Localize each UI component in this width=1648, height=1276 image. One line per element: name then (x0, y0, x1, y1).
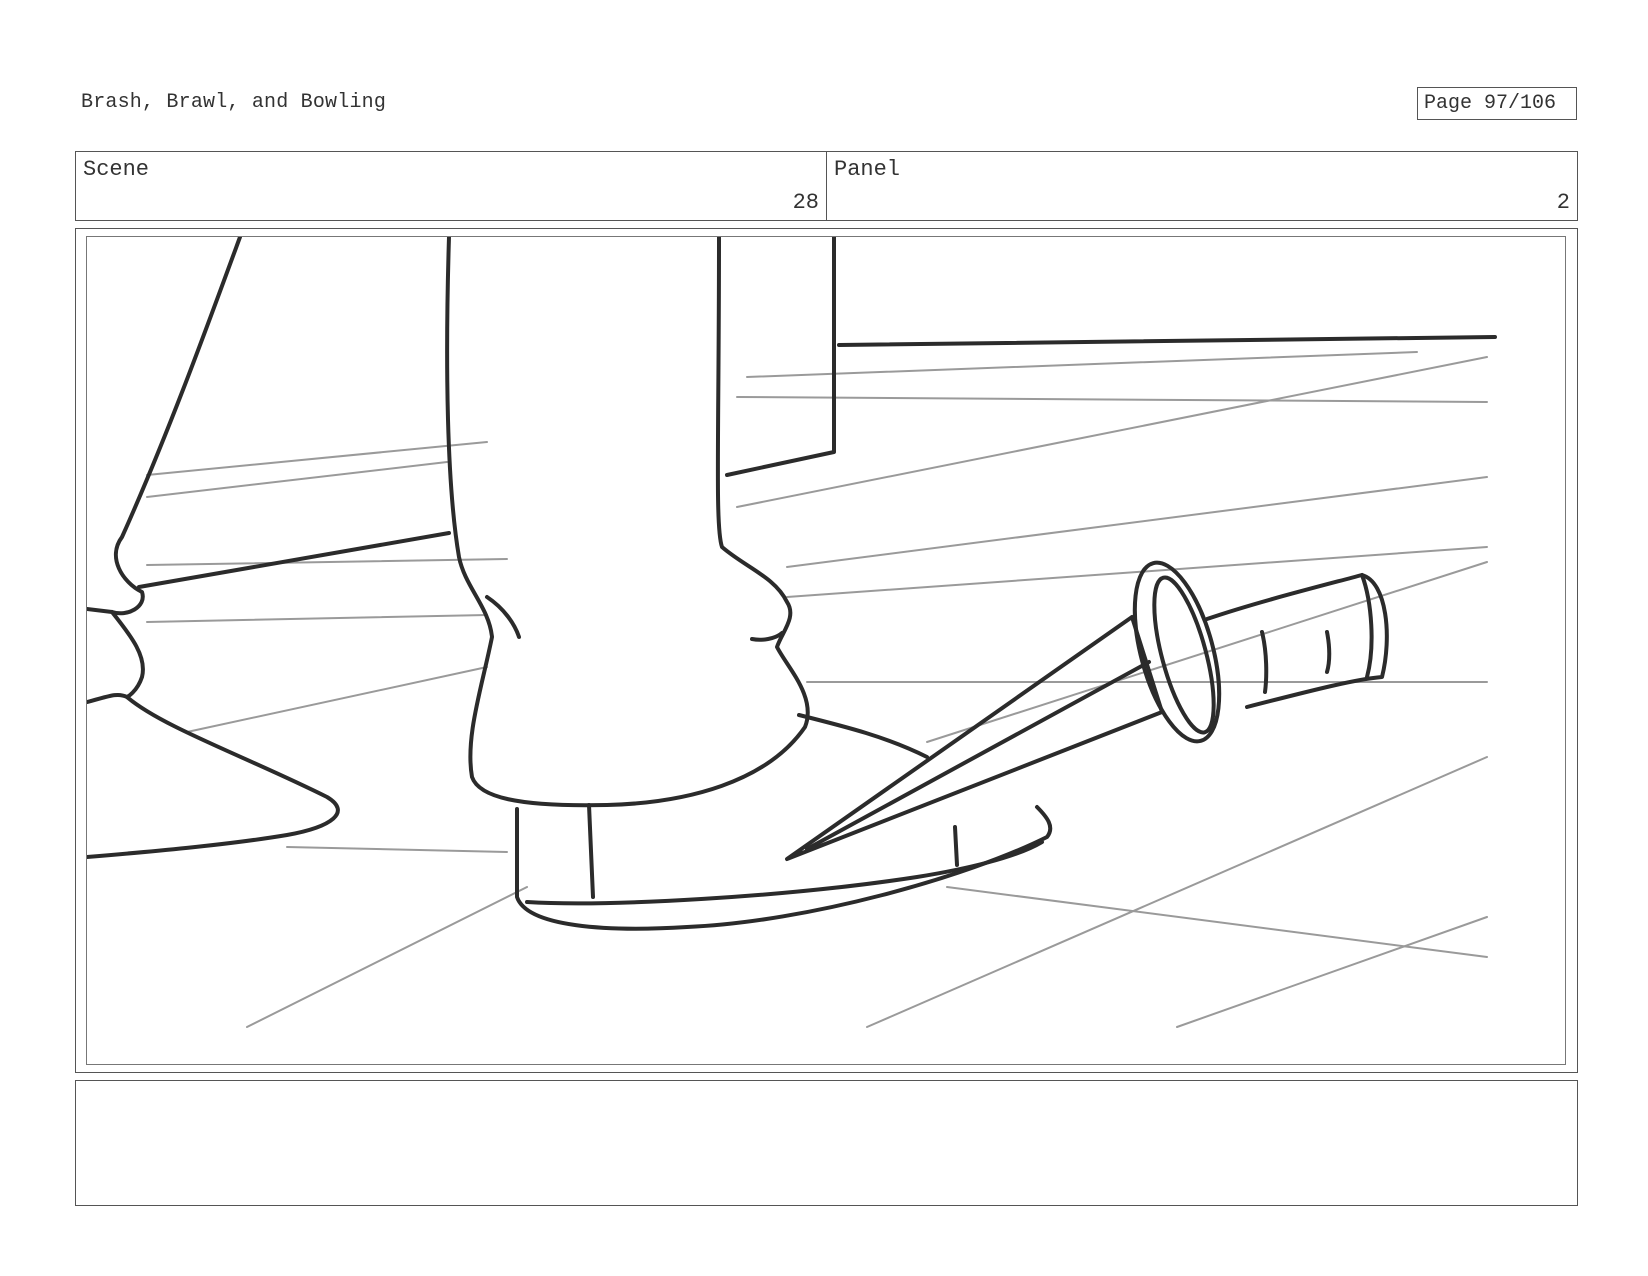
door-frame (725, 237, 836, 477)
scene-label: Scene (83, 157, 150, 182)
page-label: Page (1424, 92, 1473, 115)
panel-number: 2 (1556, 190, 1570, 215)
center-trouser-leg (445, 237, 810, 808)
document-title: Brash, Brawl, and Bowling (81, 91, 387, 114)
scene-number: 28 (792, 190, 819, 215)
page-number: 97/106 (1484, 92, 1557, 115)
panel-notes-box (75, 1080, 1578, 1206)
dagger-handle (1205, 573, 1389, 709)
panel-label: Panel (834, 157, 901, 182)
left-figure-foot (87, 692, 340, 859)
dagger-blade-ridge (805, 660, 1151, 851)
back-wall-edge (837, 335, 1497, 347)
shoe-toe-line (953, 825, 959, 867)
shoe-upper (797, 713, 929, 759)
left-figure-leg (87, 237, 242, 616)
storyboard-panel-frame (75, 228, 1578, 1073)
shoe-heel-line (587, 803, 595, 899)
scene-panel-header: Scene 28 Panel 2 (75, 151, 1578, 221)
floor-guide-lines (146, 351, 1488, 1028)
ink-lines (87, 237, 1497, 931)
dagger-blade (785, 615, 1164, 861)
scene-cell: Scene 28 (76, 152, 826, 220)
page-indicator: Page 97/106 (1417, 87, 1577, 120)
panel-cell: Panel 2 (826, 152, 1577, 220)
sketch-drawing (87, 237, 1497, 1028)
storyboard-sketch-image (86, 236, 1566, 1065)
